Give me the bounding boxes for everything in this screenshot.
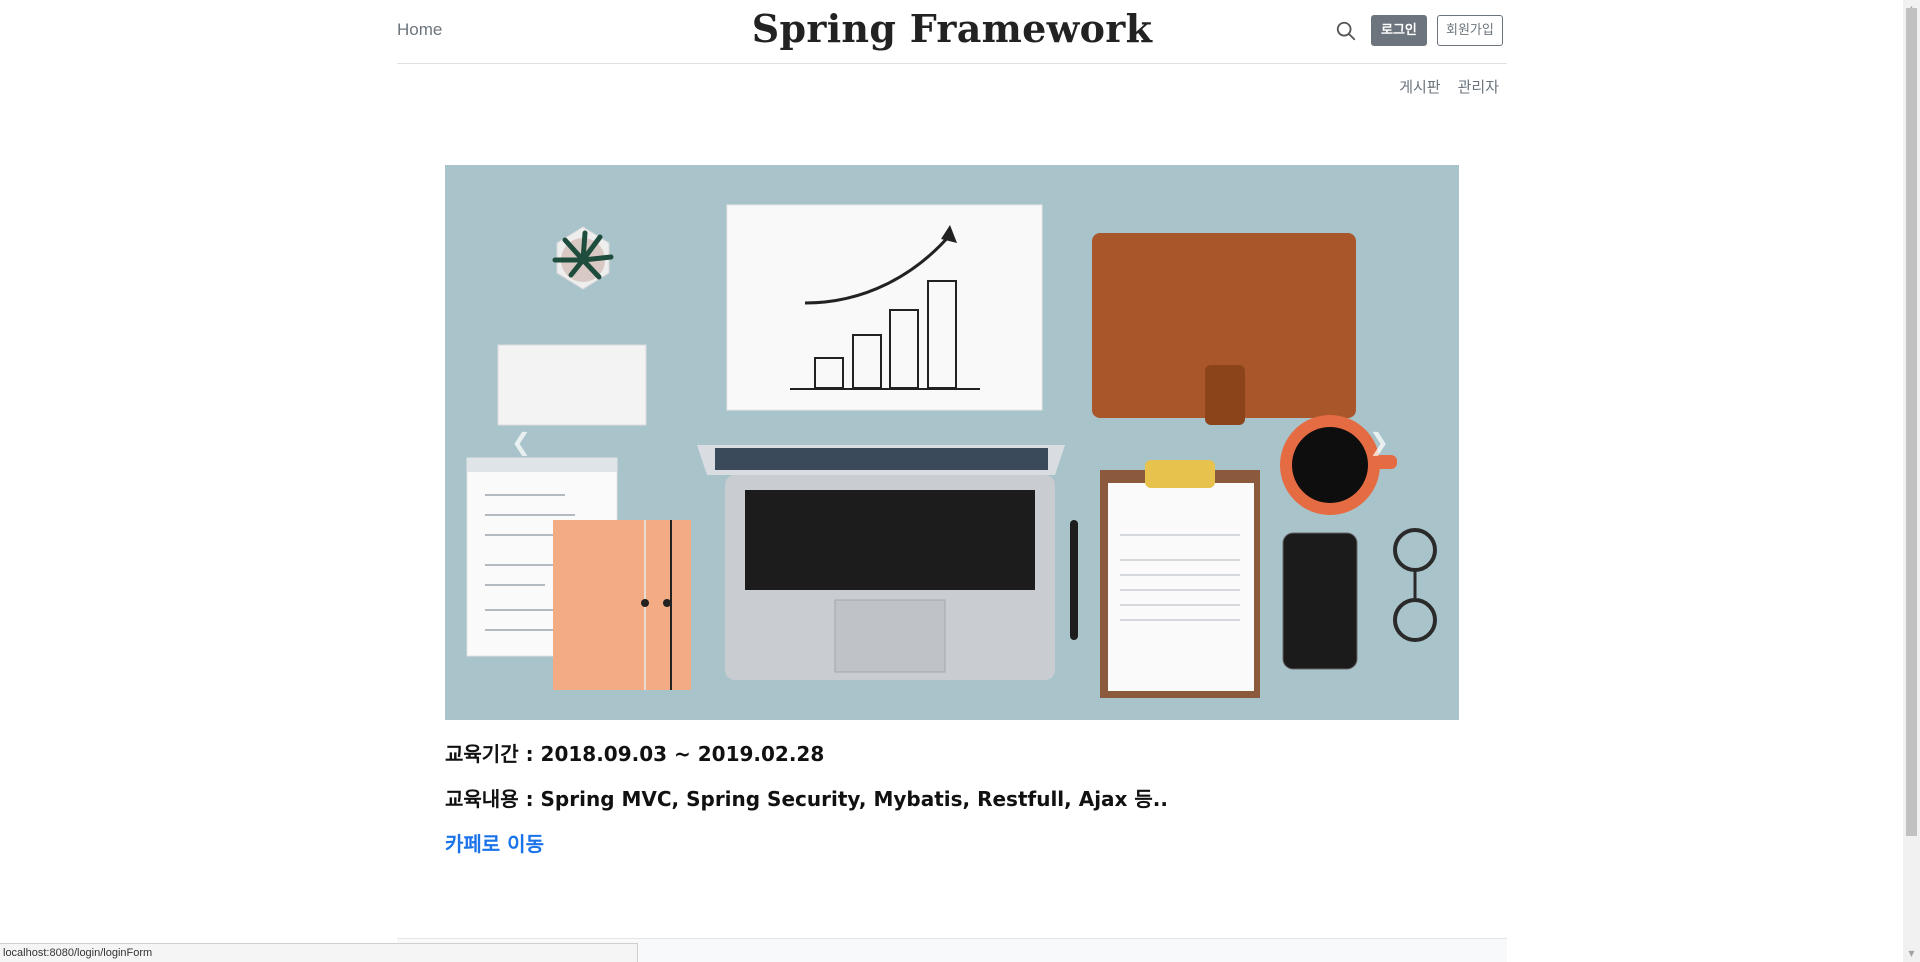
carousel-image	[445, 165, 1459, 720]
status-bar: localhost:8080/login/loginForm	[0, 943, 638, 962]
nav-item-board[interactable]: 게시판	[1399, 76, 1440, 97]
sub-nav: 게시판 관리자	[1399, 76, 1499, 97]
hero-carousel[interactable]: ❮ ❯	[445, 165, 1459, 720]
page: Home Spring Framework 로그인 회원가입 게시판 관리자 ❮…	[0, 0, 1920, 962]
carousel-next-icon[interactable]: ❯	[1367, 427, 1391, 457]
top-header: Home Spring Framework 로그인 회원가입	[397, 0, 1507, 64]
login-button[interactable]: 로그인	[1371, 15, 1427, 46]
cafe-link[interactable]: 카페로 이동	[445, 828, 544, 857]
education-period: 교육기간 : 2018.09.03 ~ 2019.02.28	[445, 742, 825, 766]
vertical-scrollbar[interactable]: ▲ ▼	[1903, 0, 1920, 962]
signup-button[interactable]: 회원가입	[1437, 15, 1503, 46]
scroll-down-icon[interactable]: ▼	[1903, 945, 1920, 962]
carousel-prev-icon[interactable]: ❮	[509, 427, 533, 457]
scroll-thumb[interactable]	[1906, 8, 1917, 836]
nav-item-admin[interactable]: 관리자	[1458, 76, 1499, 97]
education-content: 교육내용 : Spring MVC, Spring Security, Myba…	[445, 787, 1169, 811]
search-icon[interactable]	[1335, 20, 1357, 42]
